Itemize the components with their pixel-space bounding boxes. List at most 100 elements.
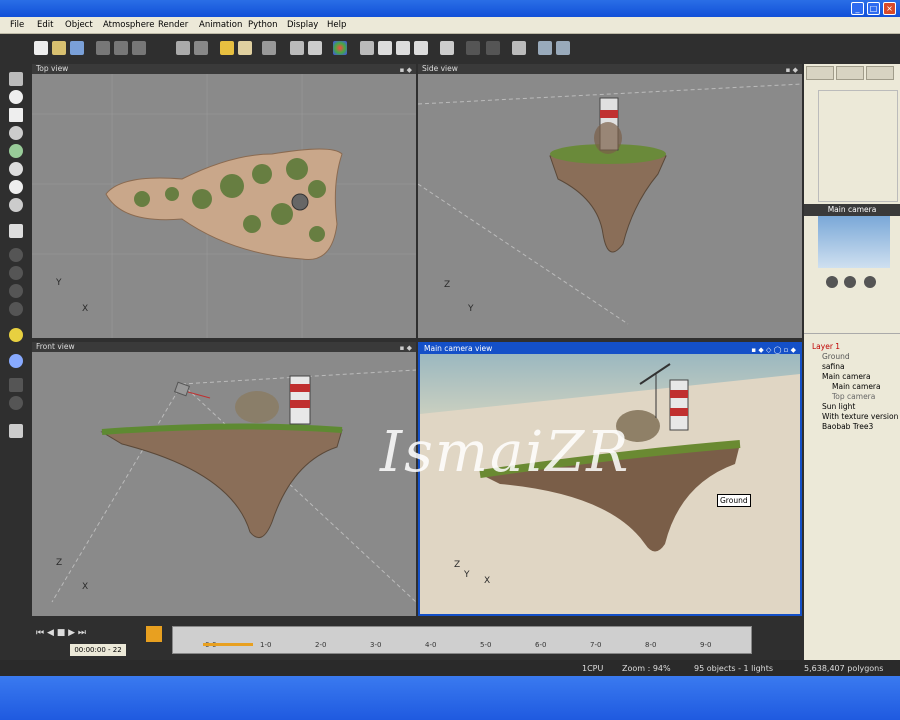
tab-objects[interactable] [806, 66, 834, 80]
layout-alt-icon[interactable] [486, 41, 500, 55]
tab-links[interactable] [866, 66, 894, 80]
key-icon[interactable] [146, 626, 162, 642]
camera-viewport-title: Main camera view [424, 344, 493, 353]
tree-item-main-camera[interactable]: Main camera [832, 382, 881, 391]
save-file-icon[interactable] [70, 41, 84, 55]
select-icon[interactable] [9, 72, 23, 86]
minimize-button[interactable]: _ [851, 2, 864, 15]
menu-edit[interactable]: Edit [37, 20, 53, 30]
render-area-icon[interactable] [538, 41, 552, 55]
layout-icon[interactable] [466, 41, 480, 55]
tree-item-top-camera[interactable]: Top camera [832, 392, 875, 401]
camera-orbit-icon[interactable] [864, 276, 876, 288]
torus-icon[interactable] [9, 266, 23, 280]
new-file-icon[interactable] [34, 41, 48, 55]
terrain-icon[interactable] [9, 126, 23, 140]
menu-atmosphere[interactable]: Atmosphere [103, 20, 154, 30]
menu-object[interactable]: Object [65, 20, 93, 30]
cone-icon[interactable] [9, 284, 23, 298]
hand-icon[interactable] [826, 276, 838, 288]
redo-icon[interactable] [194, 41, 208, 55]
color-icon[interactable] [333, 41, 347, 55]
copy-icon[interactable] [114, 41, 128, 55]
playback-controls[interactable]: ⏮ ◀ ■ ▶ ⏭ [36, 628, 136, 640]
timeline-track[interactable]: 0-0 1-0 2-0 3-0 4-0 5-0 6-0 7-0 8-0 9-0 [172, 626, 752, 654]
render-icon[interactable] [556, 41, 570, 55]
title-bar: _ □ × [0, 0, 900, 17]
side-viewport[interactable]: Side view ▪ ◆ Z Y [418, 64, 802, 338]
camera-move-icon[interactable] [844, 276, 856, 288]
tree-item-safina[interactable]: safina [822, 362, 845, 371]
front-viewport-header: Front view ▪ ◆ [32, 342, 416, 352]
pick-icon[interactable] [308, 41, 322, 55]
tree-item-main-camera-group[interactable]: Main camera [822, 372, 871, 381]
time-field[interactable]: 00:00:00 - 22 [70, 644, 126, 656]
top-viewport-title: Top view [36, 64, 69, 73]
cylinder-icon[interactable] [9, 248, 23, 262]
menu-file[interactable]: File [10, 20, 24, 30]
open-file-icon[interactable] [52, 41, 66, 55]
tree-item-label: Main camera [832, 382, 881, 391]
globe-icon[interactable] [9, 396, 23, 410]
cube-icon[interactable] [9, 224, 23, 238]
object-tree: Layer 1 Ground safina Main camera Main c… [808, 340, 898, 660]
tree-item-layer-1[interactable]: Layer 1 [812, 342, 840, 351]
zoom-in-icon[interactable] [396, 41, 410, 55]
menu-display[interactable]: Display [287, 20, 318, 30]
rock-icon[interactable] [9, 162, 23, 176]
tick-8: 8-0 [645, 641, 657, 649]
tick-9: 9-0 [700, 641, 712, 649]
light-icon[interactable] [9, 328, 23, 342]
status-polygons: 5,638,407 polygons [804, 664, 884, 673]
camera-preview[interactable] [818, 216, 890, 268]
axis-z-label: Z [454, 560, 461, 570]
zoom-out-icon[interactable] [414, 41, 428, 55]
axis-z-label: Z [56, 558, 63, 568]
atmosphere-icon[interactable] [9, 354, 23, 368]
camera-preview-title: Main camera [804, 204, 900, 216]
sphere-icon[interactable] [9, 90, 23, 104]
tree-item-sun-light[interactable]: Sun light [822, 402, 855, 411]
menu-help[interactable]: Help [327, 20, 346, 30]
library-icon[interactable] [9, 424, 23, 438]
tick-1: 1-0 [260, 641, 272, 649]
paste-icon[interactable] [132, 41, 146, 55]
brush-icon[interactable] [290, 41, 304, 55]
object-icon[interactable] [262, 41, 276, 55]
front-viewport[interactable]: Front view ▪ ◆ Z X [32, 342, 416, 616]
tree-item-ground[interactable]: Ground [822, 352, 850, 361]
tick-7: 7-0 [590, 641, 602, 649]
zoom-region-icon[interactable] [360, 41, 374, 55]
tree-item-baobab-tree[interactable]: Baobab Tree3 [822, 422, 873, 431]
cloud-icon[interactable] [9, 180, 23, 194]
tick-3: 3-0 [370, 641, 382, 649]
maximize-button[interactable]: □ [867, 2, 880, 15]
top-viewport-header: Top view ▪ ◆ [32, 64, 416, 74]
menu-bar: File Edit Object Atmosphere Render Anima… [0, 17, 900, 34]
pen-icon[interactable] [9, 198, 23, 212]
pyramid-icon[interactable] [9, 302, 23, 316]
cloud-icon[interactable] [238, 41, 252, 55]
cut-icon[interactable] [96, 41, 110, 55]
text-icon[interactable] [9, 108, 23, 122]
tree-item-texture-version[interactable]: With texture version [822, 412, 898, 421]
close-button[interactable]: × [883, 2, 896, 15]
status-objects: 95 objects - 1 lights [694, 664, 774, 673]
top-viewport[interactable]: Top view ▪ ◆ Y X [32, 64, 416, 338]
side-viewport-header: Side view ▪ ◆ [418, 64, 802, 74]
menu-animation[interactable]: Animation [199, 20, 242, 30]
axis-z-label: Z [444, 280, 451, 290]
bars-icon[interactable] [9, 378, 23, 392]
menu-python[interactable]: Python [248, 20, 277, 30]
timeline-range[interactable] [203, 643, 253, 646]
front-viewport-title: Front view [36, 342, 75, 351]
render-settings-icon[interactable] [512, 41, 526, 55]
tab-rulers[interactable] [836, 66, 864, 80]
sun-cloud-icon[interactable] [220, 41, 234, 55]
plant-icon[interactable] [9, 144, 23, 158]
menu-render[interactable]: Render [158, 20, 188, 30]
axis-y-label: Y [56, 278, 62, 288]
undo-icon[interactable] [176, 41, 190, 55]
zoom-icon[interactable] [378, 41, 392, 55]
fit-view-icon[interactable] [440, 41, 454, 55]
